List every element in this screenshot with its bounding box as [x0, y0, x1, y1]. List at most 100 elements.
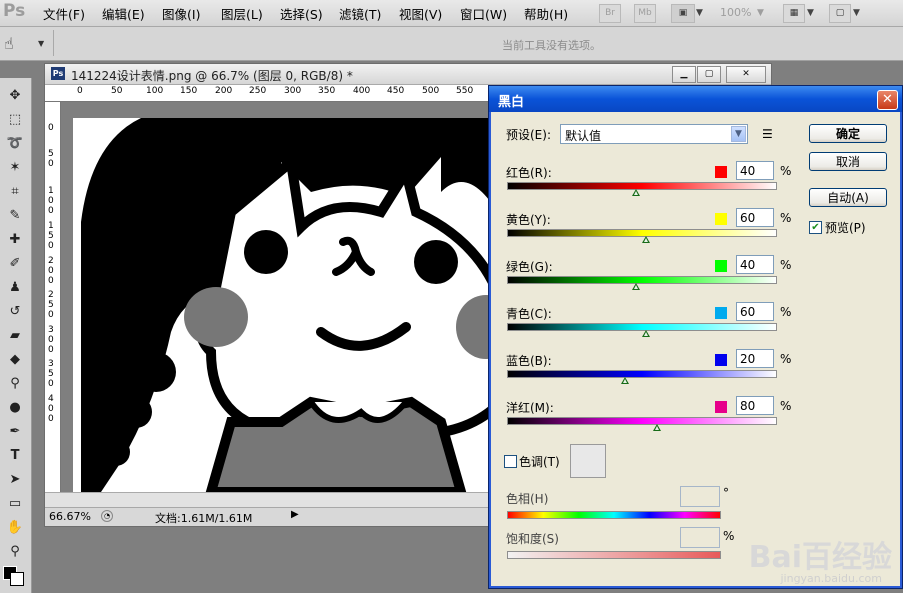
- channel-slider-track[interactable]: [507, 370, 777, 378]
- channel-value-input[interactable]: 40: [736, 255, 774, 274]
- type-tool-icon[interactable]: T: [5, 446, 25, 466]
- dialog-title-bar[interactable]: 黑白 ✕: [489, 86, 902, 112]
- bridge-icon[interactable]: Br: [599, 4, 621, 23]
- clone-stamp-icon[interactable]: ♟: [5, 278, 25, 298]
- arrange-icon[interactable]: ▦: [783, 4, 805, 23]
- paint-bucket-icon[interactable]: ◆: [5, 350, 25, 370]
- watermark-url: jingyan.baidu.com: [780, 572, 882, 585]
- vertical-ruler: 0 50 100 150 200 250 300 350 400: [45, 102, 61, 492]
- status-icon[interactable]: ◔: [101, 510, 113, 522]
- channel-slider-thumb[interactable]: [642, 236, 651, 243]
- hue-field[interactable]: [680, 486, 720, 507]
- healing-brush-icon[interactable]: ✚: [5, 230, 25, 250]
- menu-bar: Ps 文件(F) 编辑(E) 图像(I) 图层(L) 选择(S) 滤镜(T) 视…: [0, 0, 903, 27]
- crop-tool-icon[interactable]: ⌗: [5, 182, 25, 202]
- channel-value-input[interactable]: 60: [736, 302, 774, 321]
- lasso-tool-icon[interactable]: ➰: [5, 134, 25, 154]
- status-menu-arrow-icon[interactable]: ▶: [291, 509, 299, 520]
- menu-layer[interactable]: 图层(L): [221, 4, 263, 23]
- channel-slider-thumb[interactable]: [620, 377, 629, 384]
- marquee-tool-icon[interactable]: ⬚: [5, 110, 25, 130]
- menu-file[interactable]: 文件(F): [43, 4, 85, 23]
- channel-value-input[interactable]: 80: [736, 396, 774, 415]
- path-selection-icon[interactable]: ➤: [5, 470, 25, 490]
- auto-button[interactable]: 自动(A): [809, 188, 887, 207]
- filmstrip-icon[interactable]: ▣: [671, 4, 695, 23]
- dodge-tool-icon[interactable]: ⚲: [5, 374, 25, 394]
- maximize-icon[interactable]: ▢: [697, 66, 721, 83]
- brush-tool-icon[interactable]: ✐: [5, 254, 25, 274]
- menu-image[interactable]: 图像(I): [162, 4, 200, 23]
- cancel-button[interactable]: 取消: [809, 152, 887, 171]
- chevron-down-icon[interactable]: ▼: [757, 8, 764, 18]
- zoom-percent[interactable]: 66.67%: [49, 510, 91, 523]
- document-size: 文档:1.61M/1.61M: [155, 512, 253, 525]
- divider: [53, 30, 54, 56]
- ruler-tick-label: 450: [387, 86, 405, 96]
- background-color-swatch[interactable]: [10, 572, 24, 586]
- percent-sign: %: [780, 164, 792, 178]
- preset-label: 预设(E):: [506, 128, 551, 142]
- channel-color-swatch: [715, 213, 727, 225]
- ruler-origin[interactable]: [45, 85, 62, 102]
- channel-slider-track[interactable]: [507, 182, 777, 190]
- channel-slider-thumb[interactable]: [653, 424, 662, 431]
- magic-wand-icon[interactable]: ✶: [5, 158, 25, 178]
- channel-label: 青色(C):: [506, 307, 552, 321]
- menu-filter[interactable]: 滤镜(T): [339, 4, 381, 23]
- close-icon[interactable]: ✕: [726, 66, 766, 83]
- menu-select[interactable]: 选择(S): [280, 4, 323, 23]
- menu-view[interactable]: 视图(V): [399, 4, 442, 23]
- document-title-bar[interactable]: Ps 141224设计表情.png @ 66.7% (图层 0, RGB/8) …: [45, 64, 771, 85]
- minimize-icon[interactable]: ▁: [672, 66, 696, 83]
- hand-tool-icon[interactable]: ☝: [4, 34, 14, 53]
- hue-unit: °: [723, 486, 729, 500]
- document-title: 141224设计表情.png @ 66.7% (图层 0, RGB/8) *: [71, 69, 353, 83]
- tint-checkbox[interactable]: [504, 455, 517, 468]
- chevron-down-icon[interactable]: ▼: [807, 8, 814, 18]
- eyedropper-icon[interactable]: ✎: [5, 206, 25, 226]
- channel-slider-thumb[interactable]: [631, 189, 640, 196]
- channel-slider-track[interactable]: [507, 276, 777, 284]
- tint-label[interactable]: 色调(T): [519, 453, 560, 470]
- preset-options-icon[interactable]: ☰: [762, 127, 773, 141]
- hue-slider-track[interactable]: [507, 511, 721, 519]
- eraser-tool-icon[interactable]: ▰: [5, 326, 25, 346]
- zoom-tool-icon[interactable]: ⚲: [5, 542, 25, 562]
- channel-value-input[interactable]: 60: [736, 208, 774, 227]
- toolbox: ✥ ⬚ ➰ ✶ ⌗ ✎ ✚ ✐ ♟ ↺ ▰ ◆ ⚲ ● ✒ T ➤ ▭ ✋ ⚲: [0, 78, 32, 593]
- channel-slider-thumb[interactable]: [631, 283, 640, 290]
- chevron-down-icon[interactable]: ▼: [731, 126, 746, 142]
- screen-mode-icon[interactable]: ▢: [829, 4, 851, 23]
- chevron-down-icon[interactable]: ▼: [38, 39, 44, 48]
- channel-slider-track[interactable]: [507, 417, 777, 425]
- channel-value-input[interactable]: 20: [736, 349, 774, 368]
- move-tool-icon[interactable]: ✥: [5, 86, 25, 106]
- zoom-level[interactable]: 100%: [720, 6, 751, 19]
- preview-checkbox[interactable]: ✔: [809, 221, 822, 234]
- mini-bridge-icon[interactable]: Mb: [634, 4, 656, 23]
- chevron-down-icon[interactable]: ▼: [696, 8, 703, 18]
- chevron-down-icon[interactable]: ▼: [853, 8, 860, 18]
- ruler-tick-label: 0: [77, 86, 83, 96]
- menu-window[interactable]: 窗口(W): [460, 4, 507, 23]
- shape-tool-icon[interactable]: ▭: [5, 494, 25, 514]
- pen-tool-icon[interactable]: ✒: [5, 422, 25, 442]
- close-icon[interactable]: ✕: [877, 90, 898, 110]
- menu-help[interactable]: 帮助(H): [524, 4, 568, 23]
- preset-value: 默认值: [565, 129, 602, 143]
- hand-tool-icon[interactable]: ✋: [5, 518, 25, 538]
- preset-select[interactable]: 默认值 ▼: [560, 124, 748, 144]
- sponge-tool-icon[interactable]: ●: [5, 398, 25, 418]
- history-brush-icon[interactable]: ↺: [5, 302, 25, 322]
- menu-edit[interactable]: 编辑(E): [102, 4, 145, 23]
- saturation-slider-track[interactable]: [507, 551, 721, 559]
- percent-sign: %: [780, 211, 792, 225]
- options-message: 当前工具没有选项。: [502, 39, 601, 52]
- tint-color-swatch[interactable]: [570, 444, 606, 478]
- channel-value-input[interactable]: 40: [736, 161, 774, 180]
- channel-slider-thumb[interactable]: [642, 330, 651, 337]
- saturation-field[interactable]: [680, 527, 720, 548]
- ok-button[interactable]: 确定: [809, 124, 887, 143]
- preview-label[interactable]: 预览(P): [825, 219, 866, 236]
